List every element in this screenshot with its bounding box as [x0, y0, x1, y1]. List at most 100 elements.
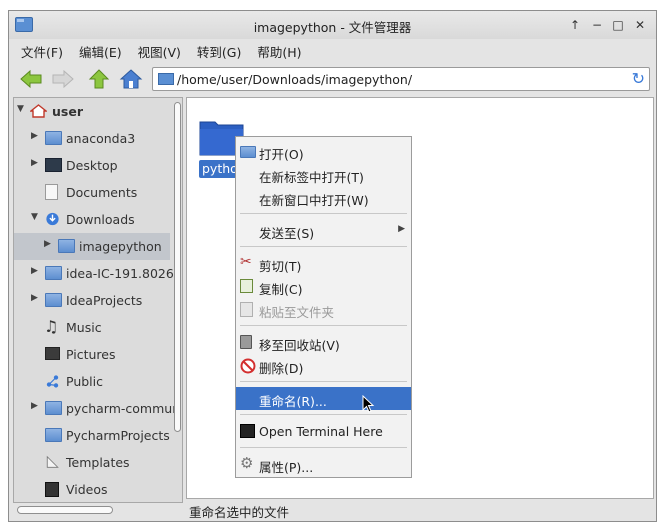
menu-separator: [240, 414, 407, 415]
sidebar-vertical-scrollbar[interactable]: [172, 100, 182, 502]
pictures-icon: [45, 347, 60, 360]
sidebar-item-label: Videos: [66, 482, 108, 497]
sidebar-item-pycharmprojects[interactable]: PycharmProjects: [14, 422, 170, 449]
sidebar-item-label: Desktop: [66, 158, 118, 173]
templates-icon: [46, 455, 59, 468]
back-arrow-icon[interactable]: [19, 68, 43, 90]
sidebar: ▼ user ▶ anaconda3 ▶ Desktop Documents ▼: [13, 97, 183, 503]
folder-icon: [45, 428, 62, 442]
sidebar-item-label: Downloads: [66, 212, 135, 227]
scissors-icon: ✂: [240, 254, 252, 270]
home-icon[interactable]: [119, 68, 143, 90]
folder-icon: [45, 266, 62, 280]
delete-icon: [240, 358, 256, 374]
copy-icon: [240, 279, 253, 293]
sidebar-item-documents[interactable]: Documents: [14, 179, 170, 206]
menu-item-cut[interactable]: ✂ 剪切(T): [236, 252, 411, 275]
menu-item-label: 发送至(S): [259, 226, 315, 241]
menu-item-label: 删除(D): [259, 361, 304, 376]
menu-item-rename[interactable]: 重命名(R)...: [236, 387, 411, 410]
expand-arrow-icon[interactable]: ▼: [17, 104, 24, 114]
music-icon: ♫: [44, 317, 59, 336]
menu-item-trash[interactable]: 移至回收站(V): [236, 331, 411, 354]
scrollbar-thumb[interactable]: [17, 506, 113, 514]
sidebar-item-label: user: [52, 104, 83, 119]
status-bar: 重命名选中的文件: [186, 499, 654, 521]
sidebar-item-label: idea-IC-191.8026: [66, 266, 174, 281]
menu-separator: [240, 447, 407, 448]
reload-icon[interactable]: ↻: [632, 69, 645, 88]
up-arrow-icon[interactable]: [87, 68, 111, 90]
menu-separator: [240, 213, 407, 214]
expand-arrow-icon[interactable]: ▼: [31, 212, 38, 222]
menu-item-label: 属性(P)...: [259, 460, 314, 475]
sidebar-item-downloads[interactable]: ▼ Downloads: [14, 206, 170, 233]
menu-item-label: 复制(C): [259, 282, 303, 297]
sidebar-item-label: Music: [66, 320, 102, 335]
expand-arrow-icon[interactable]: ▶: [31, 293, 38, 303]
forward-arrow-icon[interactable]: [51, 68, 75, 90]
shade-button[interactable]: ↑: [567, 17, 583, 33]
terminal-icon: [240, 424, 255, 438]
sidebar-item-label: imagepython: [79, 239, 162, 254]
expand-arrow-icon[interactable]: ▶: [31, 401, 38, 411]
sidebar-item-videos[interactable]: Videos: [14, 476, 170, 502]
sidebar-item-templates[interactable]: Templates: [14, 449, 170, 476]
sidebar-item-label: Public: [66, 374, 103, 389]
share-icon: [46, 375, 59, 388]
menu-item-open-terminal[interactable]: Open Terminal Here: [236, 420, 411, 443]
gear-icon: ⚙: [240, 454, 254, 472]
menu-help[interactable]: 帮助(H): [249, 39, 309, 63]
sidebar-item-ideaprojects[interactable]: ▶ IdeaProjects: [14, 287, 170, 314]
sidebar-item-pictures[interactable]: Pictures: [14, 341, 170, 368]
sidebar-item-music[interactable]: ♫ Music: [14, 314, 170, 341]
menu-item-copy[interactable]: 复制(C): [236, 275, 411, 298]
menu-item-open-tab[interactable]: 在新标签中打开(T): [236, 163, 411, 186]
sidebar-item-pycharm[interactable]: ▶ pycharm-commun: [14, 395, 180, 422]
close-button[interactable]: ✕: [632, 17, 648, 33]
menu-item-label: 在新窗口中打开(W): [259, 193, 369, 208]
menu-file[interactable]: 文件(F): [13, 39, 71, 63]
sidebar-item-anaconda3[interactable]: ▶ anaconda3: [14, 125, 170, 152]
menu-item-label: 移至回收站(V): [259, 338, 340, 353]
sidebar-item-public[interactable]: Public: [14, 368, 170, 395]
menu-item-label: 重命名(R)...: [259, 394, 327, 409]
expand-arrow-icon[interactable]: ▶: [31, 266, 38, 276]
menu-item-paste-into[interactable]: 粘贴至文件夹: [236, 298, 411, 321]
sidebar-item-label: IdeaProjects: [66, 293, 143, 308]
menu-item-properties[interactable]: ⚙ 属性(P)...: [236, 453, 411, 476]
document-icon: [45, 184, 58, 200]
folder-icon: [240, 146, 256, 158]
menu-go[interactable]: 转到(G): [189, 39, 249, 63]
sidebar-item-label: pycharm-commun: [66, 401, 181, 416]
sidebar-item-user[interactable]: ▼ user: [14, 98, 170, 125]
sidebar-item-label: PycharmProjects: [66, 428, 170, 443]
sidebar-item-imagepython[interactable]: ▶ imagepython: [14, 233, 170, 260]
menu-item-delete[interactable]: 删除(D): [236, 354, 411, 377]
menu-item-label: 在新标签中打开(T): [259, 170, 364, 185]
sidebar-item-label: Pictures: [66, 347, 116, 362]
address-input[interactable]: /home/user/Downloads/imagepython/: [177, 72, 412, 87]
address-bar[interactable]: /home/user/Downloads/imagepython/ ↻: [152, 67, 650, 91]
window-title: imagepython - 文件管理器: [253, 20, 412, 35]
title-bar[interactable]: imagepython - 文件管理器 ↑ − □ ✕: [9, 11, 656, 39]
folder-icon: [45, 131, 62, 145]
menu-edit[interactable]: 编辑(E): [71, 39, 130, 63]
scrollbar-thumb[interactable]: [174, 102, 181, 432]
expand-arrow-icon[interactable]: ▶: [31, 131, 38, 141]
minimize-button[interactable]: −: [589, 17, 605, 33]
sidebar-item-idea[interactable]: ▶ idea-IC-191.8026: [14, 260, 174, 287]
toolbar: /home/user/Downloads/imagepython/ ↻: [9, 63, 656, 95]
submenu-arrow-icon: ▶: [398, 224, 405, 234]
sidebar-horizontal-scrollbar[interactable]: [13, 503, 183, 517]
expand-arrow-icon[interactable]: ▶: [44, 239, 51, 249]
sidebar-item-desktop[interactable]: ▶ Desktop: [14, 152, 170, 179]
mouse-cursor-icon: [362, 395, 375, 413]
maximize-button[interactable]: □: [610, 17, 626, 33]
menu-item-open[interactable]: 打开(O): [236, 140, 411, 163]
menu-item-send-to[interactable]: 发送至(S) ▶: [236, 219, 411, 242]
menu-item-open-window[interactable]: 在新窗口中打开(W): [236, 186, 411, 209]
expand-arrow-icon[interactable]: ▶: [31, 158, 38, 168]
menu-view[interactable]: 视图(V): [130, 39, 189, 63]
folder-icon: [158, 73, 174, 85]
